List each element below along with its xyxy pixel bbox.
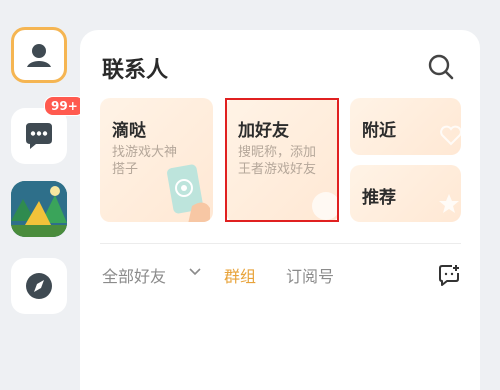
phone-hand-icon <box>167 164 210 222</box>
tab-groups[interactable]: 群组 <box>224 263 256 287</box>
card-add-friend-subtitle: 搜昵称，添加 王者游戏好友 <box>238 144 316 178</box>
star-decor-icon <box>439 194 459 213</box>
card-nearby[interactable]: 附近 <box>350 98 461 155</box>
card-add-friend-title: 加好友 <box>238 121 289 141</box>
discover-button[interactable] <box>11 258 67 314</box>
contacts-panel: 联系人 滴哒 找游戏大神 搭子 加好友 搜昵称，添加 王者游戏好友 附近 推荐 … <box>80 30 480 390</box>
card-didi-subtitle-line1: 找游戏大神 <box>112 145 178 160</box>
game-shortcut-button[interactable] <box>11 181 67 237</box>
heart-decor-icon <box>440 125 461 146</box>
add-chat-icon <box>439 265 459 286</box>
chevron-down-icon[interactable] <box>188 265 202 279</box>
page-title: 联系人 <box>102 58 169 83</box>
card-add-friend[interactable]: 加好友 搜昵称，添加 王者游戏好友 <box>226 98 339 222</box>
divider <box>100 243 461 244</box>
profile-avatar-button[interactable] <box>11 27 67 83</box>
unread-badge: 99+ <box>44 96 85 116</box>
tab-all-friends[interactable]: 全部好友 <box>102 263 166 287</box>
search-icon <box>428 54 454 80</box>
card-add-friend-subtitle-line1: 搜昵称，添加 <box>238 145 317 160</box>
card-didi[interactable]: 滴哒 找游戏大神 搭子 <box>100 98 213 222</box>
messages-button[interactable] <box>11 108 67 164</box>
search-button[interactable] <box>426 52 456 82</box>
card-didi-title: 滴哒 <box>112 121 146 141</box>
game-thumbnail <box>11 181 67 237</box>
card-recommend-title: 推荐 <box>362 188 396 208</box>
avatar-icon <box>23 39 55 71</box>
new-chat-button[interactable] <box>437 263 461 287</box>
card-recommend[interactable]: 推荐 <box>350 165 461 222</box>
card-nearby-title: 附近 <box>362 121 396 141</box>
tab-subscriptions[interactable]: 订阅号 <box>286 263 334 287</box>
card-add-friend-subtitle-line2: 王者游戏好友 <box>238 162 317 177</box>
add-friend-decor-icon <box>312 192 339 220</box>
left-rail: 99+ <box>0 0 85 368</box>
chat-bubble-icon <box>26 123 52 149</box>
compass-icon <box>26 273 52 299</box>
